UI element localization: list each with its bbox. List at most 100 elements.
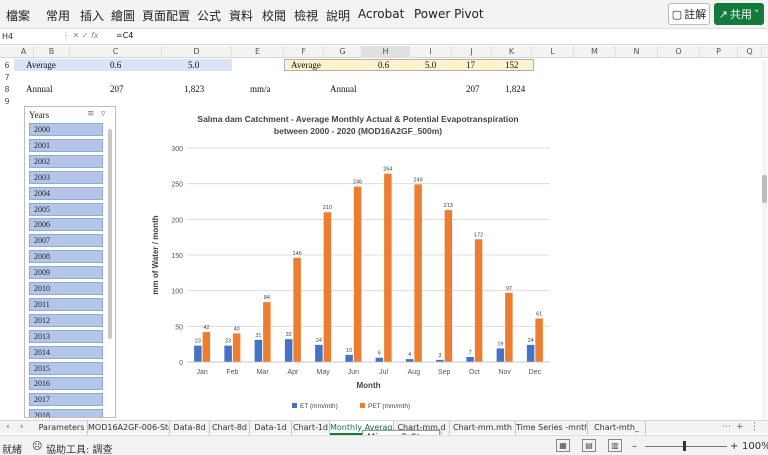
vertical-scrollbar-thumb[interactable] — [762, 175, 767, 203]
slicer-item-2018[interactable]: 2018 — [29, 409, 103, 417]
cell-e8[interactable]: mm/a — [250, 84, 271, 94]
name-box[interactable]: H4 — [2, 31, 54, 43]
page-layout-view-icon[interactable]: ▤ — [582, 439, 596, 452]
evapotranspiration-chart[interactable]: Salma dam Catchment - Average Monthly Ac… — [152, 108, 564, 418]
slicer-item-2015[interactable]: 2015 — [29, 361, 103, 375]
col-header[interactable]: N — [616, 46, 658, 58]
menu-view[interactable]: 檢視 — [294, 7, 318, 24]
slicer-item-2006[interactable]: 2006 — [29, 218, 103, 232]
slicer-item-2003[interactable]: 2003 — [29, 170, 103, 184]
menu-draw[interactable]: 繪圖 — [111, 7, 135, 24]
menu-power-pivot[interactable]: Power Pivot — [414, 7, 484, 21]
col-header[interactable]: I — [410, 46, 452, 58]
normal-view-icon[interactable]: ▦ — [556, 439, 570, 452]
sheet-tab[interactable]: Chart-mth_ — [588, 421, 646, 435]
slicer-item-2009[interactable]: 2009 — [29, 266, 103, 280]
accessibility-status[interactable]: 協助工具: 調查 — [46, 441, 113, 455]
slicer-item-2016[interactable]: 2016 — [29, 377, 103, 391]
share-button[interactable]: ↗ 共用 ˅ — [714, 3, 764, 25]
add-sheet-icon[interactable]: + — [736, 422, 744, 432]
sheet-tab[interactable]: Chart-mm.mth — [450, 421, 516, 435]
check-icon[interactable]: ✓ — [82, 31, 89, 40]
slicer-item-2013[interactable]: 2013 — [29, 329, 103, 343]
col-header[interactable]: J — [452, 46, 492, 58]
slicer-item-2005[interactable]: 2005 — [29, 202, 103, 216]
col-header[interactable]: G — [324, 46, 362, 58]
sheet-tab[interactable]: Data-1d — [250, 421, 292, 435]
zoom-level[interactable]: 100% — [742, 441, 768, 452]
row-header[interactable]: 7 — [0, 73, 14, 82]
col-header-selected[interactable]: H — [362, 46, 410, 58]
sheet-tab[interactable]: Chart-1d — [292, 421, 330, 435]
menu-help[interactable]: 說明 — [326, 7, 350, 24]
col-header[interactable]: C — [70, 46, 162, 58]
col-header[interactable]: O — [658, 46, 700, 58]
zoom-slider-thumb[interactable] — [683, 441, 686, 451]
cell-c6[interactable]: 0.6 — [110, 60, 121, 70]
more-options-icon[interactable]: ⋮ — [750, 422, 759, 432]
cell-d6[interactable]: 5.0 — [188, 60, 199, 70]
cell-h6[interactable]: 0.6 — [378, 60, 389, 70]
zoom-out-icon[interactable]: – — [632, 441, 637, 452]
menu-page-layout[interactable]: 頁面配置 — [142, 7, 190, 24]
col-header[interactable]: A — [14, 46, 34, 58]
zoom-slider[interactable] — [645, 446, 727, 447]
slicer-item-2000[interactable]: 2000 — [29, 123, 103, 136]
vertical-scrollbar[interactable] — [762, 60, 767, 420]
menu-data[interactable]: 資料 — [229, 7, 253, 24]
row-header[interactable]: 6 — [0, 61, 14, 70]
page-break-view-icon[interactable]: ▥ — [608, 439, 622, 452]
slicer-item-2001[interactable]: 2001 — [29, 138, 103, 152]
col-header[interactable]: F — [284, 46, 324, 58]
cell-k6[interactable]: 152 — [505, 60, 519, 70]
menu-insert[interactable]: 插入 — [80, 7, 104, 24]
sheet-tab[interactable]: Parameters — [36, 421, 88, 435]
sheet-tab[interactable]: MOD16A2GF-006-Statistics — [88, 421, 170, 435]
row-header[interactable]: 8 — [0, 85, 14, 94]
sheet-tab[interactable]: Time Series -mnth — [516, 421, 588, 435]
clear-filter-icon[interactable]: ▿ — [101, 109, 106, 119]
fx-icon[interactable]: fx — [91, 31, 99, 40]
slicer-item-2010[interactable]: 2010 — [29, 282, 103, 295]
col-header[interactable]: L — [532, 46, 574, 58]
more-tabs-icon[interactable]: ⋯ — [722, 422, 731, 432]
col-header[interactable]: M — [574, 46, 616, 58]
slicer-item-2007[interactable]: 2007 — [29, 234, 103, 248]
cell-f6[interactable]: Average — [291, 60, 321, 70]
menu-home[interactable]: 常用 — [46, 7, 70, 24]
formula-input[interactable]: =C4 — [116, 31, 133, 40]
comments-button[interactable]: ▢ 註解 — [668, 3, 710, 25]
slicer-scrollbar[interactable] — [108, 129, 112, 339]
years-slicer[interactable]: Years ≡ ▿ 2000 2001 2002 2003 2004 2005 2006 20… — [24, 106, 116, 418]
slicer-item-2012[interactable]: 2012 — [29, 313, 103, 327]
slicer-item-2002[interactable]: 2002 — [29, 154, 103, 168]
cell-c8[interactable]: 207 — [110, 84, 124, 94]
menu-acrobat[interactable]: Acrobat — [358, 7, 404, 21]
sheet-tab[interactable]: Data-8d — [170, 421, 210, 435]
zoom-in-icon[interactable]: + — [730, 441, 738, 452]
cell-j8[interactable]: 207 — [466, 84, 480, 94]
cell-d8[interactable]: 1,823 — [184, 84, 204, 94]
tab-next-icon[interactable]: › — [20, 422, 24, 432]
cell-j6[interactable]: 17 — [466, 60, 475, 70]
slicer-item-2017[interactable]: 2017 — [29, 393, 103, 407]
col-header[interactable]: D — [162, 46, 232, 58]
slicer-item-2011[interactable]: 2011 — [29, 297, 103, 311]
col-header[interactable]: B — [34, 46, 70, 58]
cell-b6[interactable]: Average — [26, 60, 56, 70]
tab-prev-icon[interactable]: ‹ — [6, 422, 10, 432]
col-header[interactable]: K — [492, 46, 532, 58]
menu-file[interactable]: 檔案 — [6, 7, 30, 24]
col-header[interactable]: Q — [738, 46, 762, 58]
multi-select-icon[interactable]: ≡ — [87, 109, 95, 119]
cancel-icon[interactable]: ✕ — [73, 31, 80, 40]
cell-f8[interactable]: Annual — [330, 84, 357, 94]
cell-b8[interactable]: Annual — [26, 84, 53, 94]
cell-k8[interactable]: 1,824 — [505, 84, 525, 94]
row-header[interactable]: 9 — [0, 97, 14, 106]
col-header[interactable]: E — [232, 46, 284, 58]
sheet-tab[interactable]: Chart-8d — [210, 421, 250, 435]
slicer-item-2004[interactable]: 2004 — [29, 186, 103, 200]
menu-review[interactable]: 校閱 — [262, 7, 286, 24]
menu-formulas[interactable]: 公式 — [197, 7, 221, 24]
